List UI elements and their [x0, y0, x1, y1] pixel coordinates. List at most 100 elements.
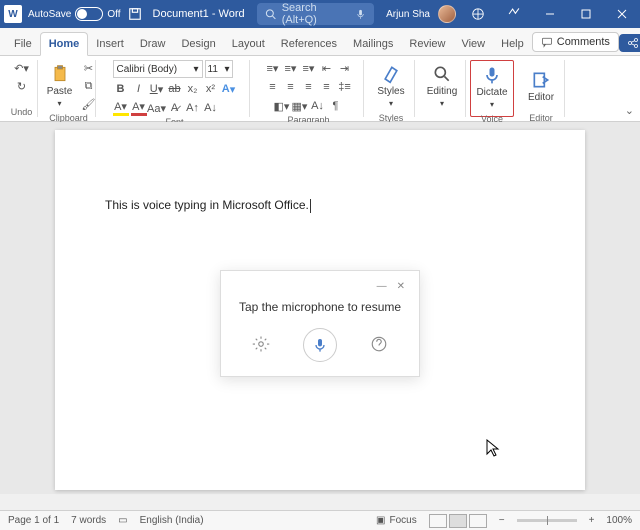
change-case-button[interactable]: Aa▾: [149, 100, 165, 116]
tab-help[interactable]: Help: [493, 33, 532, 55]
font-size-combo[interactable]: 11▾: [205, 60, 233, 78]
panel-close-icon[interactable]: ✕: [397, 281, 405, 292]
sort-button[interactable]: A↓: [310, 98, 326, 114]
status-words[interactable]: 7 words: [71, 515, 106, 526]
microphone-icon[interactable]: [355, 8, 366, 20]
line-spacing-button[interactable]: ‡≡: [337, 79, 353, 95]
tab-design[interactable]: Design: [173, 33, 223, 55]
zoom-out-button[interactable]: −: [499, 515, 505, 526]
autosave-toggle[interactable]: AutoSave Off: [28, 7, 121, 21]
shading-button[interactable]: ◧▾: [274, 98, 290, 114]
align-right-button[interactable]: ≡: [301, 79, 317, 95]
text-effects-button[interactable]: A▾: [221, 81, 237, 97]
font-color-button[interactable]: A▾: [131, 100, 147, 116]
zoom-level[interactable]: 100%: [606, 515, 632, 526]
help-icon[interactable]: [500, 0, 528, 28]
user-name[interactable]: Arjun Sha: [386, 9, 430, 20]
view-read-button[interactable]: [429, 514, 447, 528]
zoom-in-button[interactable]: +: [589, 515, 595, 526]
focus-mode-button[interactable]: ▣ Focus: [376, 515, 417, 526]
clipboard-icon: [50, 64, 70, 84]
status-language[interactable]: English (India): [140, 515, 204, 526]
collapse-ribbon-icon[interactable]: ⌄: [625, 104, 634, 117]
toggle-switch[interactable]: [75, 7, 103, 21]
find-icon: [432, 64, 452, 84]
document-area[interactable]: This is voice typing in Microsoft Office…: [0, 122, 640, 494]
tab-home[interactable]: Home: [40, 32, 89, 56]
superscript-button[interactable]: x²: [203, 81, 219, 97]
share-button[interactable]: Share: [619, 34, 640, 52]
tab-draw[interactable]: Draw: [132, 33, 174, 55]
grow-font-button[interactable]: A↑: [185, 100, 201, 116]
user-avatar[interactable]: [438, 5, 456, 23]
group-styles: Styles▾ Styles: [368, 60, 415, 117]
clear-format-button[interactable]: A̷: [167, 100, 183, 116]
italic-button[interactable]: I: [131, 81, 147, 97]
redo-button[interactable]: ↻: [14, 78, 30, 94]
copy-button[interactable]: ⧉: [81, 78, 97, 94]
subscript-button[interactable]: x₂: [185, 81, 201, 97]
page[interactable]: This is voice typing in Microsoft Office…: [55, 130, 585, 490]
tab-file[interactable]: File: [6, 33, 40, 55]
bullets-button[interactable]: ≡▾: [265, 60, 281, 76]
word-app-icon: W: [4, 5, 22, 23]
comments-button[interactable]: Comments: [532, 32, 619, 52]
justify-button[interactable]: ≡: [319, 79, 335, 95]
bold-button[interactable]: B: [113, 81, 129, 97]
tab-references[interactable]: References: [273, 33, 345, 55]
font-name-combo[interactable]: Calibri (Body)▾: [113, 60, 203, 78]
comment-icon: [541, 36, 553, 48]
dictate-settings-icon[interactable]: [252, 335, 270, 356]
format-painter-button[interactable]: 🖌: [81, 96, 97, 112]
styles-button[interactable]: Styles▾: [372, 60, 410, 112]
underline-button[interactable]: U▾: [149, 81, 165, 97]
editing-button[interactable]: Editing▾: [423, 60, 461, 112]
view-web-button[interactable]: [469, 514, 487, 528]
dictate-mic-button[interactable]: [303, 328, 337, 362]
status-proofing-icon[interactable]: ▭: [118, 515, 127, 526]
save-icon[interactable]: [127, 6, 143, 22]
multilevel-button[interactable]: ≡▾: [301, 60, 317, 76]
minimize-button[interactable]: [536, 0, 564, 28]
ribbon: ↶▾ ↻ Undo Paste ▾ ✂ ⧉ 🖌 Clipboard Calibr…: [0, 56, 640, 122]
zoom-slider[interactable]: [517, 519, 577, 522]
document-body-text: This is voice typing in Microsoft Office…: [105, 198, 309, 212]
maximize-button[interactable]: [572, 0, 600, 28]
tab-mailings[interactable]: Mailings: [345, 33, 401, 55]
share-icon: [627, 37, 639, 49]
dictate-button[interactable]: Dictate▾: [473, 61, 511, 113]
view-print-button[interactable]: [449, 514, 467, 528]
dictate-help-icon[interactable]: [370, 335, 388, 356]
paste-button[interactable]: Paste ▾: [41, 60, 79, 112]
panel-minimize-icon[interactable]: —: [377, 281, 387, 292]
dec-indent-button[interactable]: ⇤: [319, 60, 335, 76]
editor-icon: [531, 70, 551, 90]
group-font: Calibri (Body)▾ 11▾ B I U▾ ab x₂ x² A▾ A…: [100, 60, 250, 117]
strike-button[interactable]: ab: [167, 81, 183, 97]
undo-button[interactable]: ↶▾: [14, 60, 30, 76]
borders-button[interactable]: ▦▾: [292, 98, 308, 114]
tab-review[interactable]: Review: [401, 33, 453, 55]
cut-button[interactable]: ✂: [81, 60, 97, 76]
status-page[interactable]: Page 1 of 1: [8, 515, 59, 526]
align-left-button[interactable]: ≡: [265, 79, 281, 95]
editor-button[interactable]: Editor: [522, 60, 560, 112]
group-clipboard: Paste ▾ ✂ ⧉ 🖌 Clipboard: [42, 60, 96, 117]
highlight-button[interactable]: A▾: [113, 100, 129, 116]
close-button[interactable]: [608, 0, 636, 28]
search-box[interactable]: Search (Alt+Q): [257, 3, 374, 25]
group-editing: Editing▾: [419, 60, 466, 117]
search-icon: [265, 8, 276, 20]
tab-layout[interactable]: Layout: [224, 33, 273, 55]
numbering-button[interactable]: ≡▾: [283, 60, 299, 76]
tab-insert[interactable]: Insert: [88, 33, 132, 55]
group-paragraph: ≡▾ ≡▾ ≡▾ ⇤ ⇥ ≡ ≡ ≡ ≡ ‡≡ ◧▾ ▦▾ A↓ ¶ Parag…: [254, 60, 364, 117]
show-marks-button[interactable]: ¶: [328, 98, 344, 114]
shrink-font-button[interactable]: A↓: [203, 100, 219, 116]
app-switch-icon[interactable]: [464, 0, 492, 28]
align-center-button[interactable]: ≡: [283, 79, 299, 95]
dictate-panel: — ✕ Tap the microphone to resume: [220, 270, 420, 377]
search-placeholder: Search (Alt+Q): [282, 2, 349, 26]
inc-indent-button[interactable]: ⇥: [337, 60, 353, 76]
tab-view[interactable]: View: [453, 33, 493, 55]
